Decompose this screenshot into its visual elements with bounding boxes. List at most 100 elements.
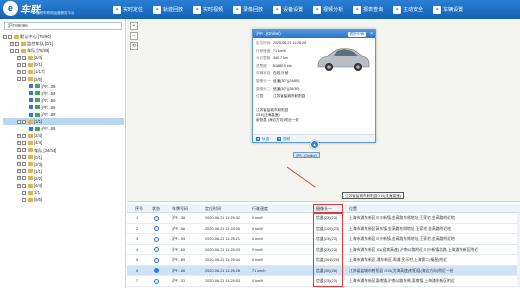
- tree-node[interactable]: + [0/1]: [3, 61, 124, 68]
- tree-node[interactable]: + [2/4]: [3, 132, 124, 139]
- popup-address: 江苏省盐城市射阳县 G15(沈海高速) 射阳县 (海边方向)附近一处: [256, 108, 372, 123]
- reset-view-button[interactable]: ⟲: [130, 42, 138, 50]
- tree-node[interactable]: 1/1: [3, 189, 124, 196]
- tree-node[interactable]: + [4/4]: [3, 182, 124, 189]
- tree-checkbox[interactable]: [22, 176, 26, 181]
- nav-item[interactable]: ▪ 报表查询: [348, 0, 388, 19]
- tree-checkbox[interactable]: [22, 119, 26, 124]
- cell-speed: 0 km/h: [252, 247, 264, 252]
- tree-node-label: [3/5]: [34, 76, 43, 82]
- tree-checkbox[interactable]: [29, 98, 33, 103]
- tree-node[interactable]: 沪F...89: [3, 111, 124, 118]
- vehicle-marker-icon[interactable]: ▲: [310, 140, 319, 149]
- nav-item[interactable]: ▪ 主动安全: [388, 0, 428, 19]
- tree-node[interactable]: + [4/4]: [3, 139, 124, 146]
- tree-checkbox[interactable]: [15, 48, 19, 53]
- nav-item[interactable]: ▪ 轨迹回放: [148, 0, 188, 19]
- popup-field: 总里程: 51880.0 km: [256, 64, 292, 69]
- popup-video-button[interactable]: ▶ 视频: [277, 137, 290, 142]
- popup-field: 摄像头一: 信道(30°)(24/60): [256, 79, 299, 84]
- tree-checkbox[interactable]: [22, 70, 26, 75]
- close-icon[interactable]: ×: [370, 30, 373, 38]
- tree-node[interactable]: - 车队 [75/89]: [3, 47, 124, 54]
- tree-checkbox[interactable]: [22, 62, 26, 67]
- nav-item[interactable]: ▪ 录像回放: [228, 0, 268, 19]
- tree-checkbox[interactable]: [29, 112, 33, 117]
- tree-node[interactable]: 沪F...59: [3, 97, 124, 104]
- tree-checkbox[interactable]: [22, 148, 26, 153]
- tree-checkbox[interactable]: [8, 34, 12, 39]
- zoom-in-button[interactable]: +: [130, 22, 138, 30]
- cell-time: 2020-06-21 11:25:44: [205, 258, 240, 262]
- expand-toggle-icon[interactable]: +: [17, 55, 21, 60]
- cell-plate: 沪F...65: [172, 247, 186, 252]
- nav-item-label: 录像回放: [243, 7, 264, 13]
- expand-toggle-icon[interactable]: +: [17, 62, 21, 67]
- nav-item[interactable]: ▪ 车辆设置: [428, 0, 468, 19]
- tree-node-label: 沪F...38: [41, 83, 56, 89]
- cell-plate: 沪F...31: [172, 279, 186, 283]
- tree-node[interactable]: 沪F...38: [3, 83, 124, 90]
- tree-node[interactable]: + [1/17]: [3, 68, 124, 75]
- expand-toggle-icon[interactable]: +: [17, 176, 21, 181]
- tree-checkbox[interactable]: [29, 105, 33, 110]
- tree-node[interactable]: 沪F...56: [3, 90, 124, 97]
- cell-location: 上海市浦东新区高东镇,金高路东侧地址,王家宅,金高路附近地: [349, 226, 451, 231]
- expand-toggle-icon[interactable]: +: [17, 133, 21, 138]
- tree-node[interactable]: - [3/5]: [3, 76, 124, 83]
- expand-toggle-icon[interactable]: +: [17, 183, 21, 188]
- zoom-out-button[interactable]: −: [130, 32, 138, 40]
- nav-item-label: 车辆设置: [443, 7, 464, 13]
- tree-node[interactable]: + 监控车队 [0/1]: [3, 40, 124, 47]
- tree-checkbox[interactable]: [22, 169, 26, 174]
- track-vehicle-button[interactable]: 跟踪车辆: [347, 31, 366, 37]
- expand-toggle-icon[interactable]: +: [17, 70, 21, 75]
- nav-item[interactable]: ▪ 实时视频: [188, 0, 228, 19]
- cell-status: [154, 255, 159, 266]
- cell-plate: 沪F...86: [172, 268, 186, 273]
- collapse-toggle-icon[interactable]: -: [3, 34, 7, 39]
- tree-checkbox[interactable]: [15, 41, 19, 46]
- collapse-toggle-icon[interactable]: -: [17, 119, 21, 124]
- tree-node[interactable]: 沪F...65: [3, 104, 124, 111]
- tree-node[interactable]: + [3/3]: [3, 161, 124, 168]
- location-bubble: 江苏省盐城市射阳县G15(沈海高速): [342, 192, 404, 199]
- tree-checkbox[interactable]: [29, 84, 33, 89]
- tree-node[interactable]: + 车队 [34/44]: [3, 147, 124, 154]
- tree-node[interactable]: + [2/4]: [3, 54, 124, 61]
- tree-checkbox[interactable]: [22, 190, 26, 195]
- expand-toggle-icon[interactable]: +: [10, 41, 14, 46]
- expand-toggle-icon[interactable]: +: [17, 155, 21, 160]
- nav-item[interactable]: ▪ 实时定位: [108, 0, 148, 19]
- tree-node[interactable]: + [1/1]: [3, 168, 124, 175]
- popup-track-button[interactable]: ▸ 轨迹: [256, 137, 269, 142]
- tree-checkbox[interactable]: [22, 162, 26, 167]
- map-view[interactable]: + − ⟲ 沪F...(Online) 跟踪车辆 × 定位时间: 2020-06-…: [127, 19, 520, 201]
- cell-location: 江苏省盐城市射阳县 G15(沈海高速)射阳县(海边方向)附近一处: [349, 268, 454, 273]
- tree-checkbox[interactable]: [22, 140, 26, 145]
- tree-node[interactable]: + [0/1]: [3, 154, 124, 161]
- tree-node[interactable]: 沪F...86: [3, 125, 124, 132]
- tree-node[interactable]: [5/5]: [3, 196, 124, 203]
- tree-checkbox[interactable]: [29, 91, 33, 96]
- tree-node[interactable]: + [2/2]: [3, 175, 124, 182]
- collapse-toggle-icon[interactable]: -: [10, 48, 14, 53]
- collapse-toggle-icon[interactable]: -: [17, 77, 21, 82]
- tree-checkbox[interactable]: [29, 126, 33, 131]
- vehicle-search-input[interactable]: [4, 22, 122, 30]
- expand-toggle-icon[interactable]: +: [17, 148, 21, 153]
- tree-checkbox[interactable]: [22, 197, 26, 202]
- tree-checkbox[interactable]: [22, 155, 26, 160]
- nav-item[interactable]: ▪ 设备设置: [268, 0, 308, 19]
- tree-checkbox[interactable]: [22, 77, 26, 82]
- expand-toggle-icon[interactable]: +: [17, 162, 21, 167]
- col-header-no: 序号: [135, 206, 143, 211]
- nav-item[interactable]: ▪ 视频分析: [308, 0, 348, 19]
- tree-checkbox[interactable]: [22, 55, 26, 60]
- tree-checkbox[interactable]: [22, 183, 26, 188]
- tree-checkbox[interactable]: [22, 133, 26, 138]
- tree-node[interactable]: - 默认中心 [75/90]: [3, 33, 124, 40]
- expand-toggle-icon[interactable]: +: [17, 140, 21, 145]
- expand-toggle-icon[interactable]: +: [17, 169, 21, 174]
- tree-node[interactable]: - [1/1]: [3, 118, 124, 126]
